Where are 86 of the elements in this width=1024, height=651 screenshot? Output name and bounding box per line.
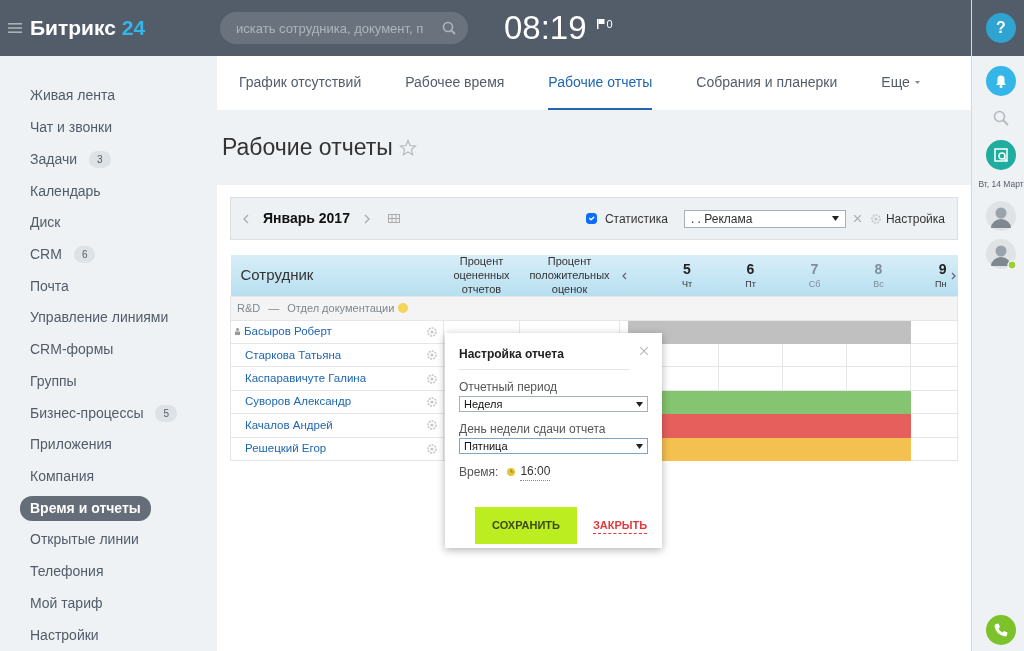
- column-header: Процент положительных оценок: [529, 255, 610, 295]
- bell-button-icon[interactable]: [986, 66, 1016, 96]
- count-badge: 6: [73, 245, 96, 263]
- dropdown-arrow-icon: [636, 401, 643, 407]
- tab[interactable]: Рабочее время: [405, 56, 505, 110]
- column-header: Процент оцененных отчетов: [453, 255, 510, 295]
- date-label: Вт, 14 Март: [978, 178, 1024, 191]
- sidebar-item[interactable]: Задачи: [20, 146, 87, 172]
- user-avatar[interactable]: [986, 200, 1016, 231]
- gear-icon[interactable]: [427, 443, 437, 454]
- sidebar-item[interactable]: Чат и звонки: [20, 115, 122, 141]
- scroll-right-icon[interactable]: [950, 271, 956, 280]
- dropdown-arrow-icon: [831, 216, 839, 221]
- menu-icon[interactable]: [8, 22, 22, 34]
- close-icon[interactable]: [640, 347, 648, 355]
- clear-icon[interactable]: [853, 215, 861, 222]
- tab[interactable]: Рабочие отчеты: [548, 56, 653, 110]
- save-button[interactable]: СОХРАНИТЬ: [475, 507, 577, 544]
- sidebar-item[interactable]: Приложения: [20, 432, 122, 458]
- flag-icon[interactable]: [596, 19, 605, 29]
- time-value[interactable]: 16:00: [520, 462, 551, 481]
- count-badge: 5: [155, 404, 178, 422]
- sidebar-item[interactable]: Компания: [20, 464, 105, 489]
- search-icon[interactable]: [442, 21, 456, 35]
- sidebar-item[interactable]: Телефония: [20, 559, 114, 585]
- sidebar-item[interactable]: Настройки: [20, 622, 109, 648]
- day-header: 6 Пт: [745, 261, 756, 290]
- close-link[interactable]: ЗАКРЫТЬ: [592, 516, 648, 534]
- document-search-icon[interactable]: [986, 140, 1016, 170]
- prev-month-icon[interactable]: [243, 213, 249, 224]
- sidebar-item[interactable]: CRM-формы: [20, 337, 124, 363]
- dropdown-arrow-icon: [636, 443, 643, 449]
- star-icon[interactable]: [398, 138, 417, 157]
- phone-button-icon[interactable]: [986, 615, 1016, 645]
- clock-icon[interactable]: [506, 466, 517, 477]
- statistics-checkbox[interactable]: [585, 213, 597, 224]
- popup-title: Настройка отчета: [459, 345, 630, 370]
- sidebar-item[interactable]: Время и отчеты: [20, 495, 151, 521]
- day-header: 9 Пн: [935, 261, 947, 290]
- search-icon[interactable]: [993, 110, 1009, 126]
- sidebar-item[interactable]: Мой тариф: [20, 590, 113, 616]
- scroll-left-icon[interactable]: [621, 271, 627, 280]
- day-header: 7 Сб: [808, 261, 821, 290]
- gear-icon[interactable]: [427, 420, 437, 431]
- department-select[interactable]: . . Реклама: [683, 209, 846, 228]
- logo[interactable]: Битрикс 24: [30, 12, 220, 44]
- search-field[interactable]: искать сотрудника, документ, п: [220, 12, 468, 44]
- select-field[interactable]: Пятница: [459, 438, 648, 454]
- dash-separator: —: [268, 301, 280, 317]
- sidebar-item[interactable]: Группы: [20, 368, 87, 394]
- sidebar-item[interactable]: Открытые линии: [20, 527, 149, 553]
- department-name: Отдел документации: [287, 301, 395, 317]
- gear-icon[interactable]: [870, 213, 881, 224]
- statistics-label: Статистика: [604, 210, 668, 228]
- tab[interactable]: Собрания и планерки: [696, 56, 838, 110]
- month-label: Январь 2017: [263, 209, 350, 228]
- calendar-icon[interactable]: [387, 214, 400, 223]
- sidebar-item[interactable]: CRM: [20, 241, 72, 267]
- field-label: Отчетный период: [459, 379, 559, 396]
- gear-icon[interactable]: [427, 397, 437, 407]
- settings-link[interactable]: Настройка: [885, 209, 945, 228]
- clock-time: 08:19: [504, 8, 587, 49]
- company-name: R&D: [237, 301, 261, 317]
- sidebar-item[interactable]: Диск: [20, 210, 71, 236]
- select-field[interactable]: Неделя: [459, 396, 648, 412]
- sidebar-item[interactable]: Календарь: [20, 178, 111, 204]
- flag-count: 0: [606, 16, 613, 32]
- field-label: День недели сдачи отчета: [459, 421, 607, 438]
- status-dot-icon: [398, 303, 409, 314]
- page-title: Рабочие отчеты: [222, 133, 393, 163]
- gear-icon[interactable]: [427, 373, 437, 384]
- gear-icon[interactable]: [427, 350, 437, 361]
- count-badge: 3: [89, 150, 111, 168]
- column-header: Сотрудник: [240, 266, 314, 284]
- sidebar-item[interactable]: Управление линиями: [20, 305, 179, 331]
- user-avatar[interactable]: [986, 238, 1016, 269]
- day-header: 8 Вс: [873, 261, 884, 290]
- tab[interactable]: Еще: [881, 56, 920, 110]
- sidebar-item[interactable]: Бизнес-процессы: [20, 400, 154, 426]
- tab[interactable]: График отсутствий: [239, 56, 362, 110]
- gear-icon[interactable]: [427, 326, 437, 337]
- sidebar-item[interactable]: Почта: [20, 273, 79, 299]
- day-header: 5 Чт: [681, 261, 693, 290]
- time-label: Время:: [459, 463, 499, 481]
- sidebar-item[interactable]: Живая лента: [20, 83, 125, 109]
- next-month-icon[interactable]: [363, 213, 370, 224]
